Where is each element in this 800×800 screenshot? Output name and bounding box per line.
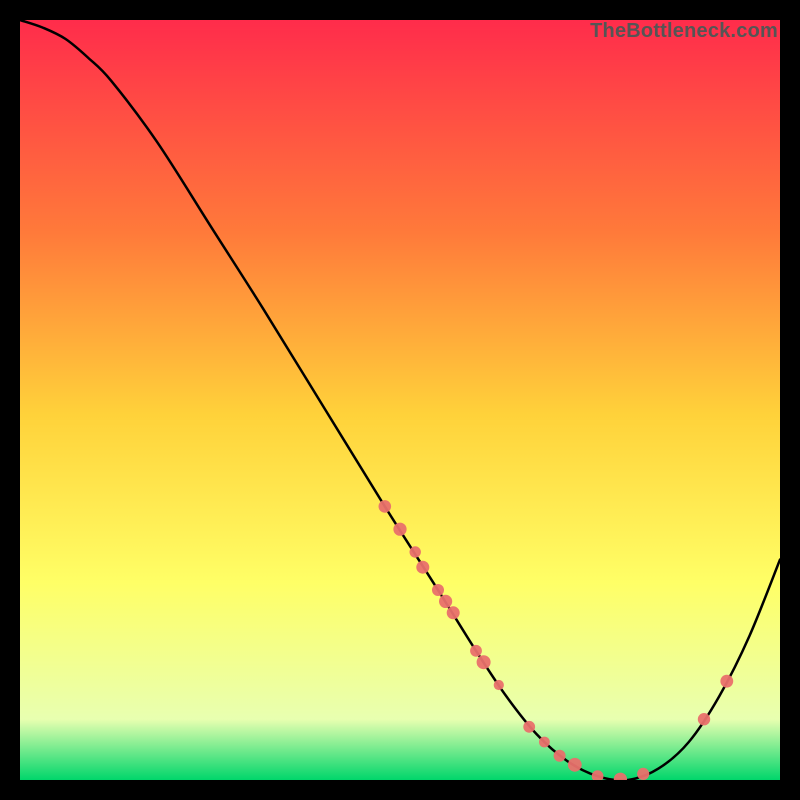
data-marker — [568, 758, 582, 772]
data-marker — [410, 546, 421, 557]
data-marker — [637, 768, 649, 780]
data-marker — [698, 713, 710, 725]
data-marker — [416, 561, 429, 574]
data-marker — [393, 523, 406, 536]
chart-svg — [20, 20, 780, 780]
data-marker — [432, 584, 444, 596]
data-marker — [720, 675, 733, 688]
data-marker — [439, 595, 452, 608]
data-marker — [447, 606, 460, 619]
chart-frame: TheBottleneck.com — [20, 20, 780, 780]
watermark-text: TheBottleneck.com — [590, 20, 778, 43]
data-marker — [523, 721, 535, 733]
data-marker — [470, 645, 482, 657]
data-marker — [379, 500, 392, 513]
data-marker — [554, 750, 566, 762]
data-marker — [494, 680, 504, 690]
data-marker — [539, 737, 550, 748]
data-marker — [477, 655, 491, 669]
gradient-background — [20, 20, 780, 780]
